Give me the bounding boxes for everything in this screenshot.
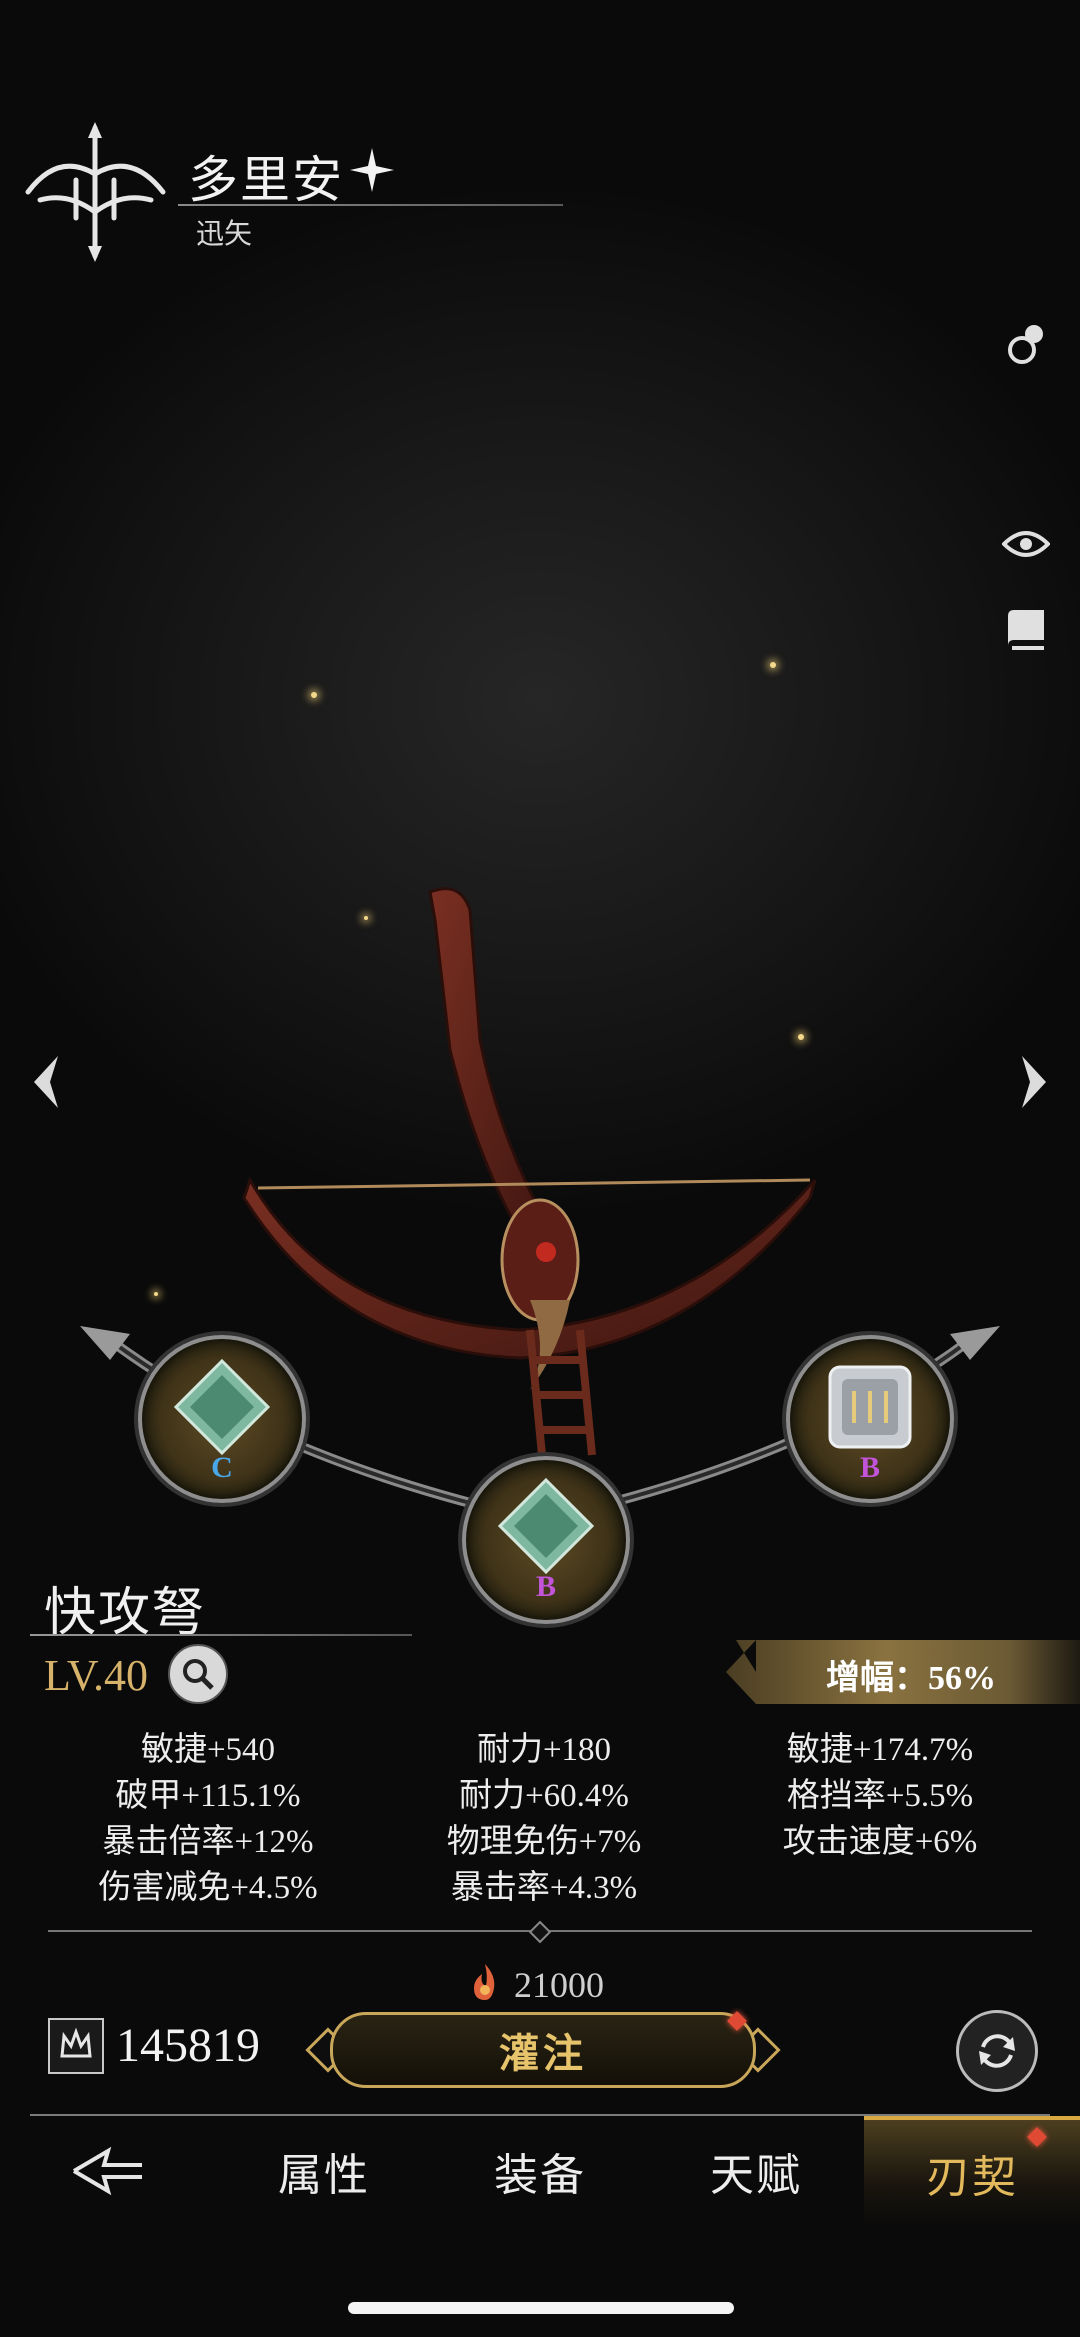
refresh-button[interactable] xyxy=(956,2010,1038,2092)
back-arrow-icon xyxy=(72,2146,142,2196)
tab-blade-pact[interactable]: 刃契 xyxy=(864,2116,1080,2226)
green-rune-gem-icon xyxy=(497,1477,595,1575)
eye-icon[interactable] xyxy=(998,516,1054,572)
star-icon xyxy=(350,148,394,192)
gem-slot-3[interactable]: B xyxy=(786,1335,954,1503)
tab-talent[interactable]: 天赋 xyxy=(648,2116,864,2226)
hero-title: 迅矢 xyxy=(196,219,253,250)
sparkle xyxy=(311,692,317,698)
tab-attributes[interactable]: 属性 xyxy=(216,2116,432,2226)
book-icon[interactable] xyxy=(998,602,1054,658)
gem-grade-label: C xyxy=(211,1451,233,1484)
infuse-cost: 21000 xyxy=(514,1965,604,2005)
stat-entry: 暴击率+4.3% xyxy=(450,1870,638,1906)
stone-rune-gem-icon xyxy=(828,1365,912,1449)
flame-currency-icon xyxy=(474,1964,495,2000)
magnify-icon[interactable] xyxy=(168,1644,228,1704)
divider-ornament xyxy=(528,1920,552,1944)
hero-name-underline xyxy=(178,204,563,206)
stat-entry: 耐力+180 xyxy=(476,1732,612,1768)
class-emblem-bow-icon xyxy=(25,122,166,262)
nav-back-button[interactable] xyxy=(0,2116,216,2226)
stat-entry: 格挡率+5.5% xyxy=(786,1778,974,1814)
previous-arrow-icon[interactable] xyxy=(20,1052,66,1112)
stat-entry: 敏捷+540 xyxy=(140,1732,276,1768)
stat-entry: 暴击倍率+12% xyxy=(102,1824,314,1860)
stats-grid: 敏捷+540 耐力+180 敏捷+174.7% 破甲+115.1% 耐力+60.… xyxy=(40,1728,1050,1910)
refresh-icon xyxy=(979,2034,1015,2068)
infuse-button[interactable]: 灌注 xyxy=(330,2012,756,2088)
sparkle xyxy=(770,662,776,668)
home-indicator[interactable] xyxy=(348,2302,734,2314)
hero-name: 多里安 xyxy=(188,152,344,208)
bottom-nav: 属性 装备 天赋 刃契 xyxy=(0,2116,1080,2226)
weapon-name-underline xyxy=(30,1634,412,1636)
gem-slot-1[interactable]: C xyxy=(138,1335,306,1503)
stat-entry: 破甲+115.1% xyxy=(115,1778,301,1814)
stat-entry: 敏捷+174.7% xyxy=(786,1732,974,1768)
green-rune-gem-icon xyxy=(173,1358,271,1456)
gem-grade-label: B xyxy=(535,1570,556,1603)
tab-equipment[interactable]: 装备 xyxy=(432,2116,648,2226)
stat-entry xyxy=(712,1866,1048,1910)
stat-entry: 耐力+60.4% xyxy=(459,1778,629,1814)
crown-power-icon xyxy=(48,2018,104,2074)
stat-entry: 物理免伤+7% xyxy=(446,1824,642,1860)
weapon-level: LV.40 xyxy=(44,1651,148,1700)
amplify-label: 增幅：56% xyxy=(826,1660,996,1697)
combat-power-value: 145819 xyxy=(116,2019,260,2072)
pose-toggle-icon[interactable] xyxy=(998,316,1054,372)
stat-entry: 伤害减免+4.5% xyxy=(98,1870,318,1906)
gem-grade-label: B xyxy=(859,1451,880,1484)
next-arrow-icon[interactable] xyxy=(1014,1052,1060,1112)
stat-entry: 攻击速度+6% xyxy=(782,1824,978,1860)
gem-slot-2[interactable]: B xyxy=(462,1456,630,1624)
sparkle xyxy=(154,1292,158,1296)
